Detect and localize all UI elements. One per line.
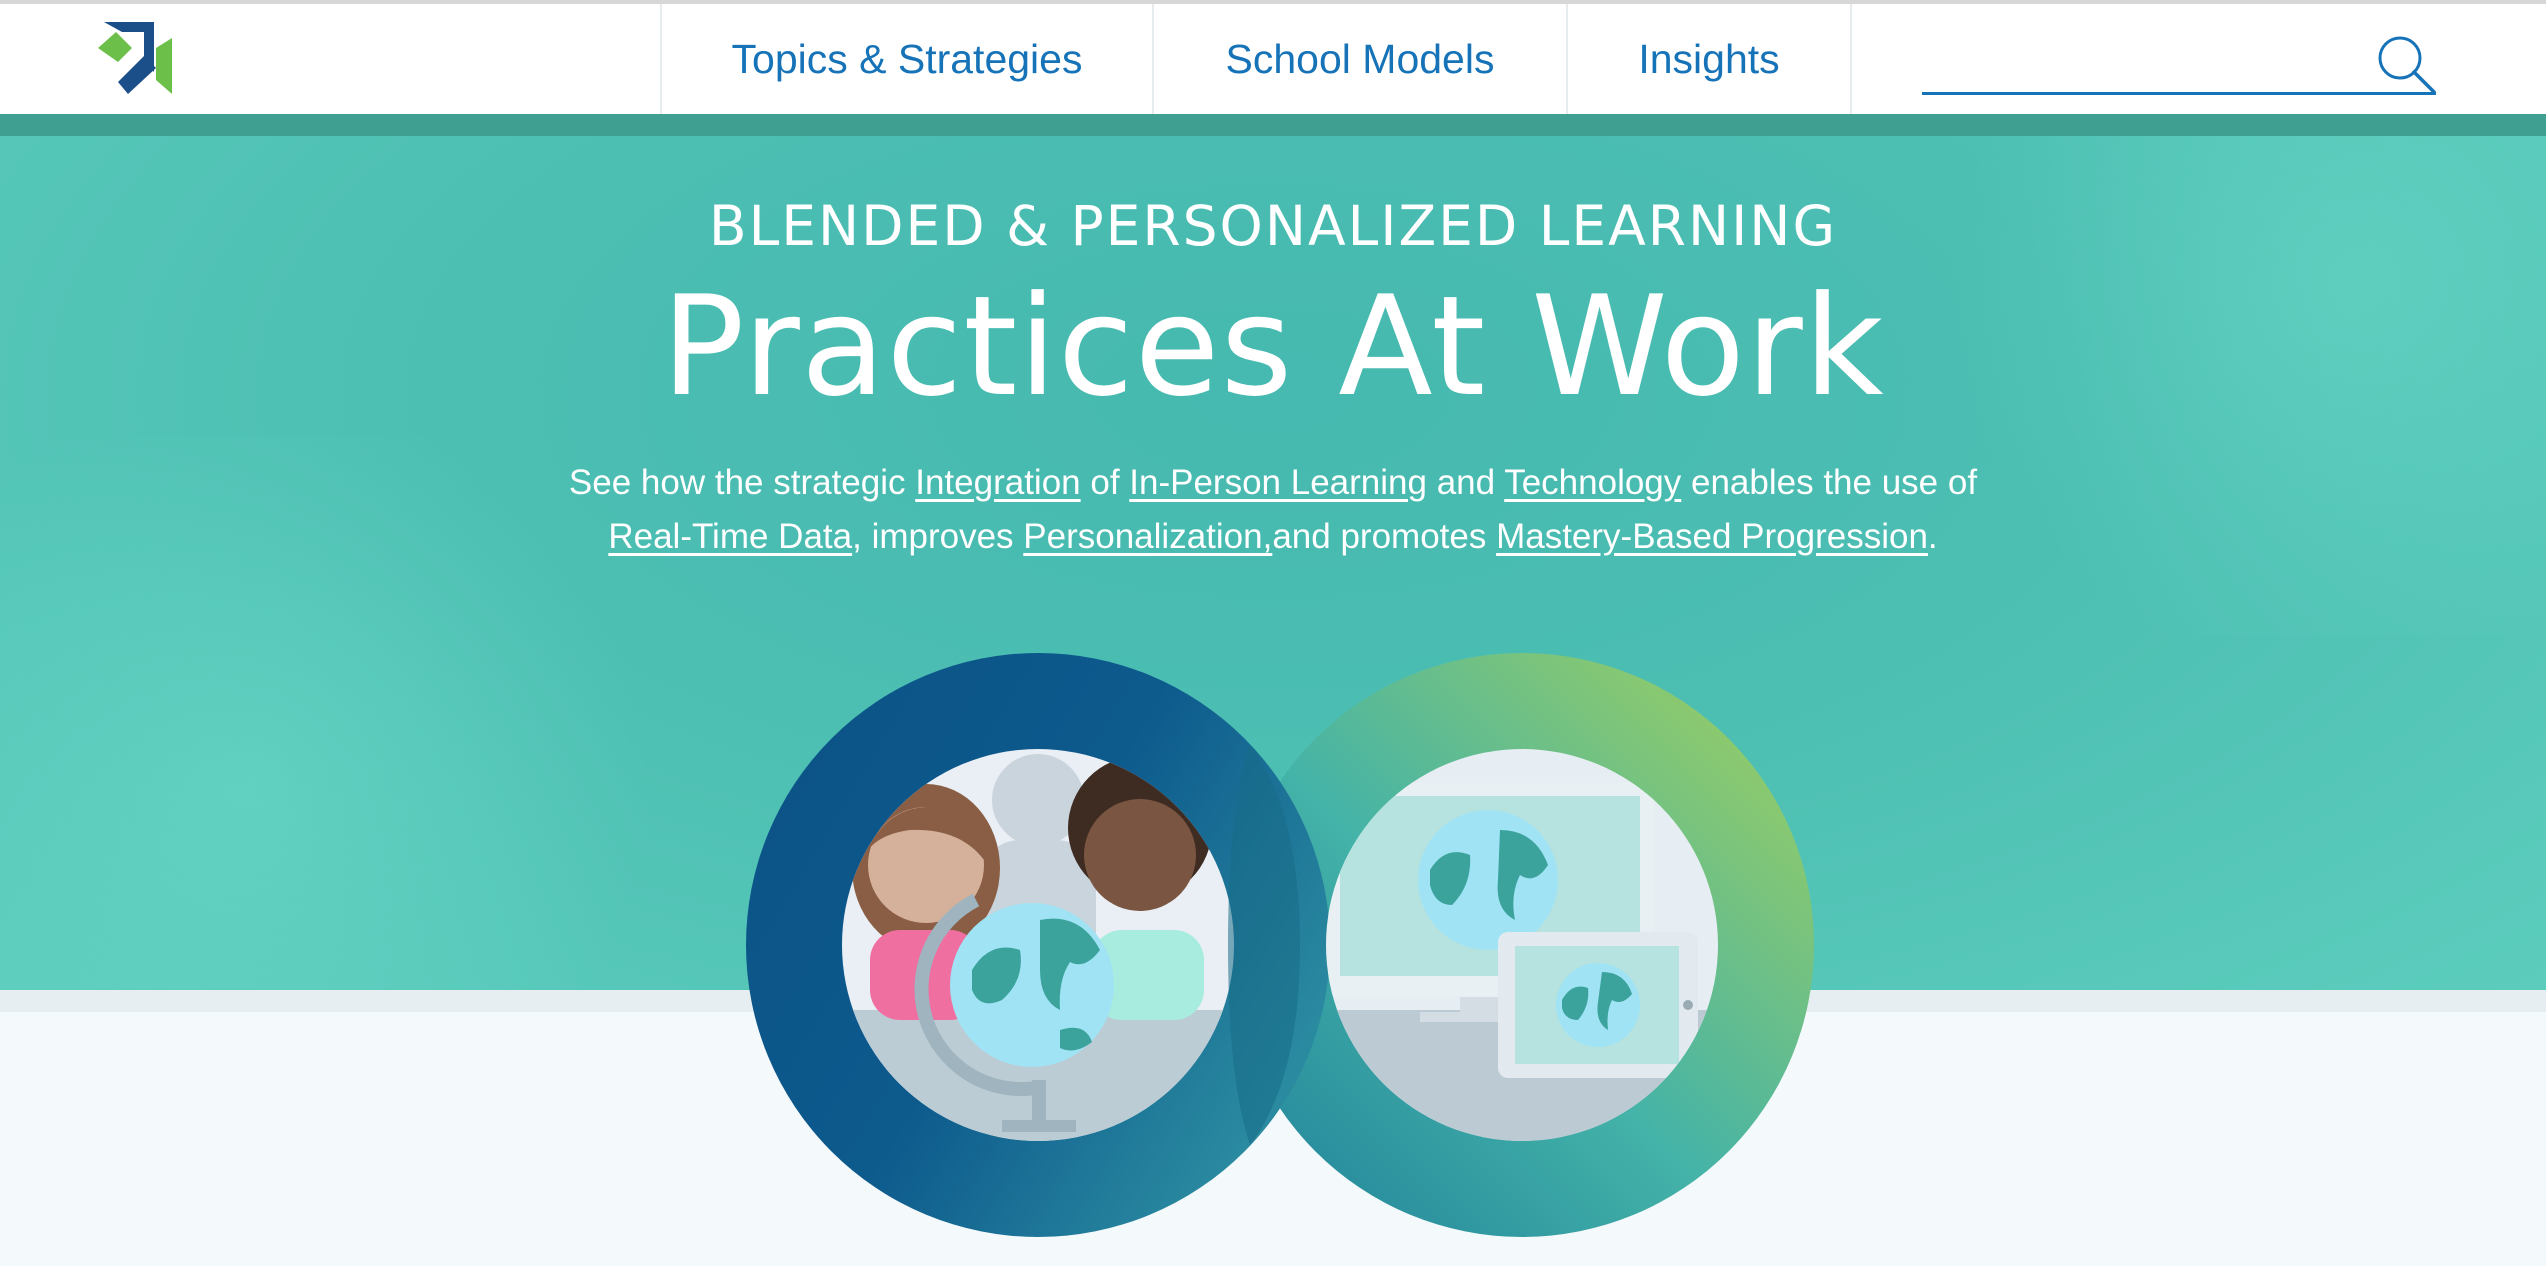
link-in-person-learning[interactable]: In-Person Learning (1129, 463, 1427, 502)
nav-insights[interactable]: Insights (1568, 4, 1850, 114)
header-accent-strip (0, 114, 2546, 136)
search-underline (1922, 92, 2436, 95)
link-real-time-data[interactable]: Real-Time Data (608, 517, 852, 556)
link-mastery-based-progression[interactable]: Mastery-Based Progression (1496, 517, 1928, 556)
site-header: Topics & Strategies School Models Insigh… (0, 4, 2546, 114)
link-personalization[interactable]: Personalization, (1023, 517, 1272, 556)
link-technology[interactable]: Technology (1504, 463, 1681, 502)
search-input[interactable] (1922, 34, 2362, 90)
link-integration[interactable]: Integration (915, 463, 1080, 502)
nav-divider (1850, 4, 1852, 114)
blended-learning-venn-illustration (746, 653, 1814, 1237)
search-icon[interactable] (2376, 34, 2438, 96)
nav-topics-strategies[interactable]: Topics & Strategies (662, 4, 1152, 114)
hero-eyebrow: BLENDED & PERSONALIZED LEARNING (708, 194, 1838, 258)
logo-arrow-icon[interactable] (98, 22, 172, 96)
hero-intro: See how the strategic Integration of In-… (568, 463, 1978, 556)
page-title: Practices At Work (661, 266, 1885, 427)
nav-school-models[interactable]: School Models (1154, 4, 1566, 114)
